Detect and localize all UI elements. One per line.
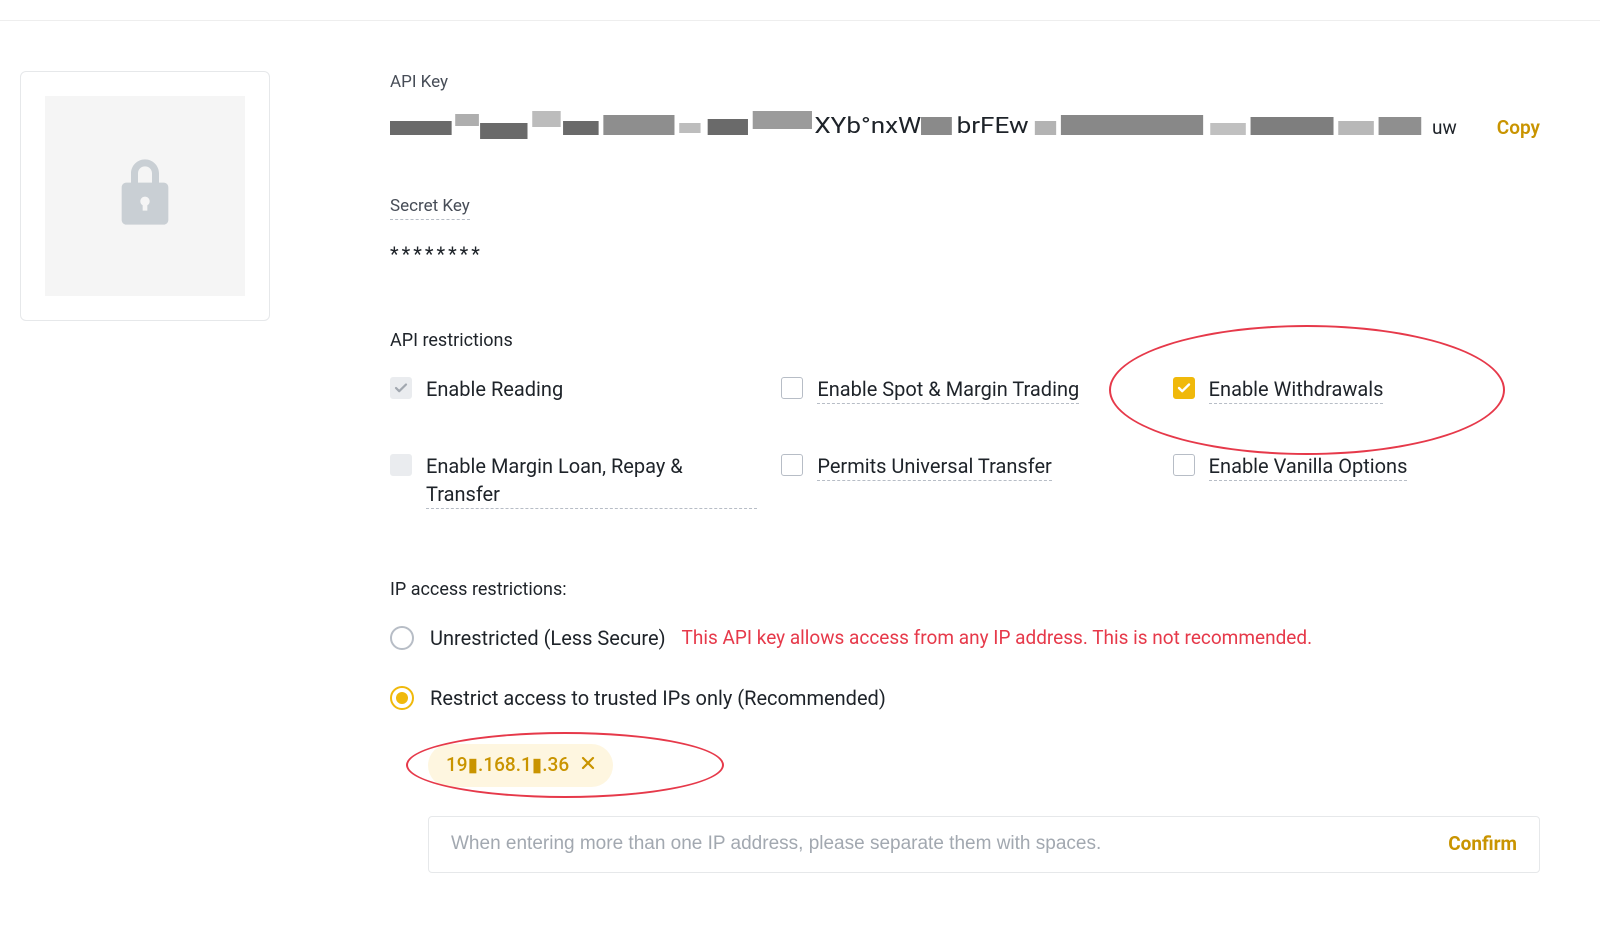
radio-label: Restrict access to trusted IPs only (Rec… bbox=[430, 684, 886, 712]
svg-text:XYb°nxW: XYb°nxW bbox=[814, 113, 921, 139]
copy-button[interactable]: Copy bbox=[1497, 115, 1540, 142]
checkbox-icon bbox=[390, 454, 412, 476]
svg-text:brFEw: brFEw bbox=[957, 113, 1029, 139]
ip-input-row: Confirm bbox=[428, 816, 1540, 873]
checkbox-label: Enable Spot & Margin Trading bbox=[817, 375, 1079, 404]
checkbox-icon bbox=[781, 377, 803, 399]
confirm-button[interactable]: Confirm bbox=[1448, 831, 1517, 858]
ip-warning-text: This API key allows access from any IP a… bbox=[682, 625, 1313, 652]
key-icon-card bbox=[20, 71, 270, 321]
checkbox-label: Enable Vanilla Options bbox=[1209, 452, 1408, 481]
checkbox-enable-reading[interactable]: Enable Reading bbox=[390, 375, 757, 403]
ip-address-input[interactable] bbox=[451, 833, 1428, 855]
radio-icon bbox=[390, 626, 414, 650]
checkbox-icon bbox=[390, 377, 412, 399]
api-key-tail: uw bbox=[1426, 115, 1457, 142]
redaction-overlay: XYb°nxW brFEw bbox=[390, 111, 1457, 145]
checkbox-icon bbox=[1173, 454, 1195, 476]
radio-label: Unrestricted (Less Secure) bbox=[430, 624, 666, 652]
checkbox-label: Enable Withdrawals bbox=[1209, 375, 1384, 404]
checkbox-icon bbox=[781, 454, 803, 476]
remove-ip-button[interactable] bbox=[581, 754, 595, 776]
checkbox-label: Enable Reading bbox=[426, 375, 563, 403]
lock-icon bbox=[117, 159, 173, 232]
radio-icon bbox=[390, 686, 414, 710]
radio-restrict-trusted[interactable]: Restrict access to trusted IPs only (Rec… bbox=[390, 684, 1540, 712]
api-key-label: API Key bbox=[390, 71, 1540, 95]
checkbox-label: Permits Universal Transfer bbox=[817, 452, 1052, 481]
api-key-value: XYb°nxW brFEw uw bbox=[390, 111, 1457, 145]
checkbox-vanilla-options[interactable]: Enable Vanilla Options bbox=[1173, 452, 1540, 481]
checkbox-spot-margin[interactable]: Enable Spot & Margin Trading bbox=[781, 375, 1148, 404]
ip-chip-text: 19▮.168.1▮.36 bbox=[446, 752, 569, 779]
checkbox-icon bbox=[1173, 377, 1195, 399]
checkbox-universal-transfer[interactable]: Permits Universal Transfer bbox=[781, 452, 1148, 481]
trusted-ip-chip: 19▮.168.1▮.36 bbox=[428, 744, 613, 787]
api-restrictions-label: API restrictions bbox=[390, 328, 1540, 353]
secret-key-label: Secret Key bbox=[390, 195, 470, 220]
checkbox-margin-loan[interactable]: Enable Margin Loan, Repay & Transfer bbox=[390, 452, 757, 509]
ip-restrictions-label: IP access restrictions: bbox=[390, 577, 1540, 602]
checkbox-withdrawals[interactable]: Enable Withdrawals bbox=[1173, 375, 1540, 404]
checkbox-label: Enable Margin Loan, Repay & Transfer bbox=[426, 452, 757, 509]
radio-unrestricted[interactable]: Unrestricted (Less Secure) This API key … bbox=[390, 624, 1540, 652]
secret-key-value: ******** bbox=[390, 240, 1540, 268]
